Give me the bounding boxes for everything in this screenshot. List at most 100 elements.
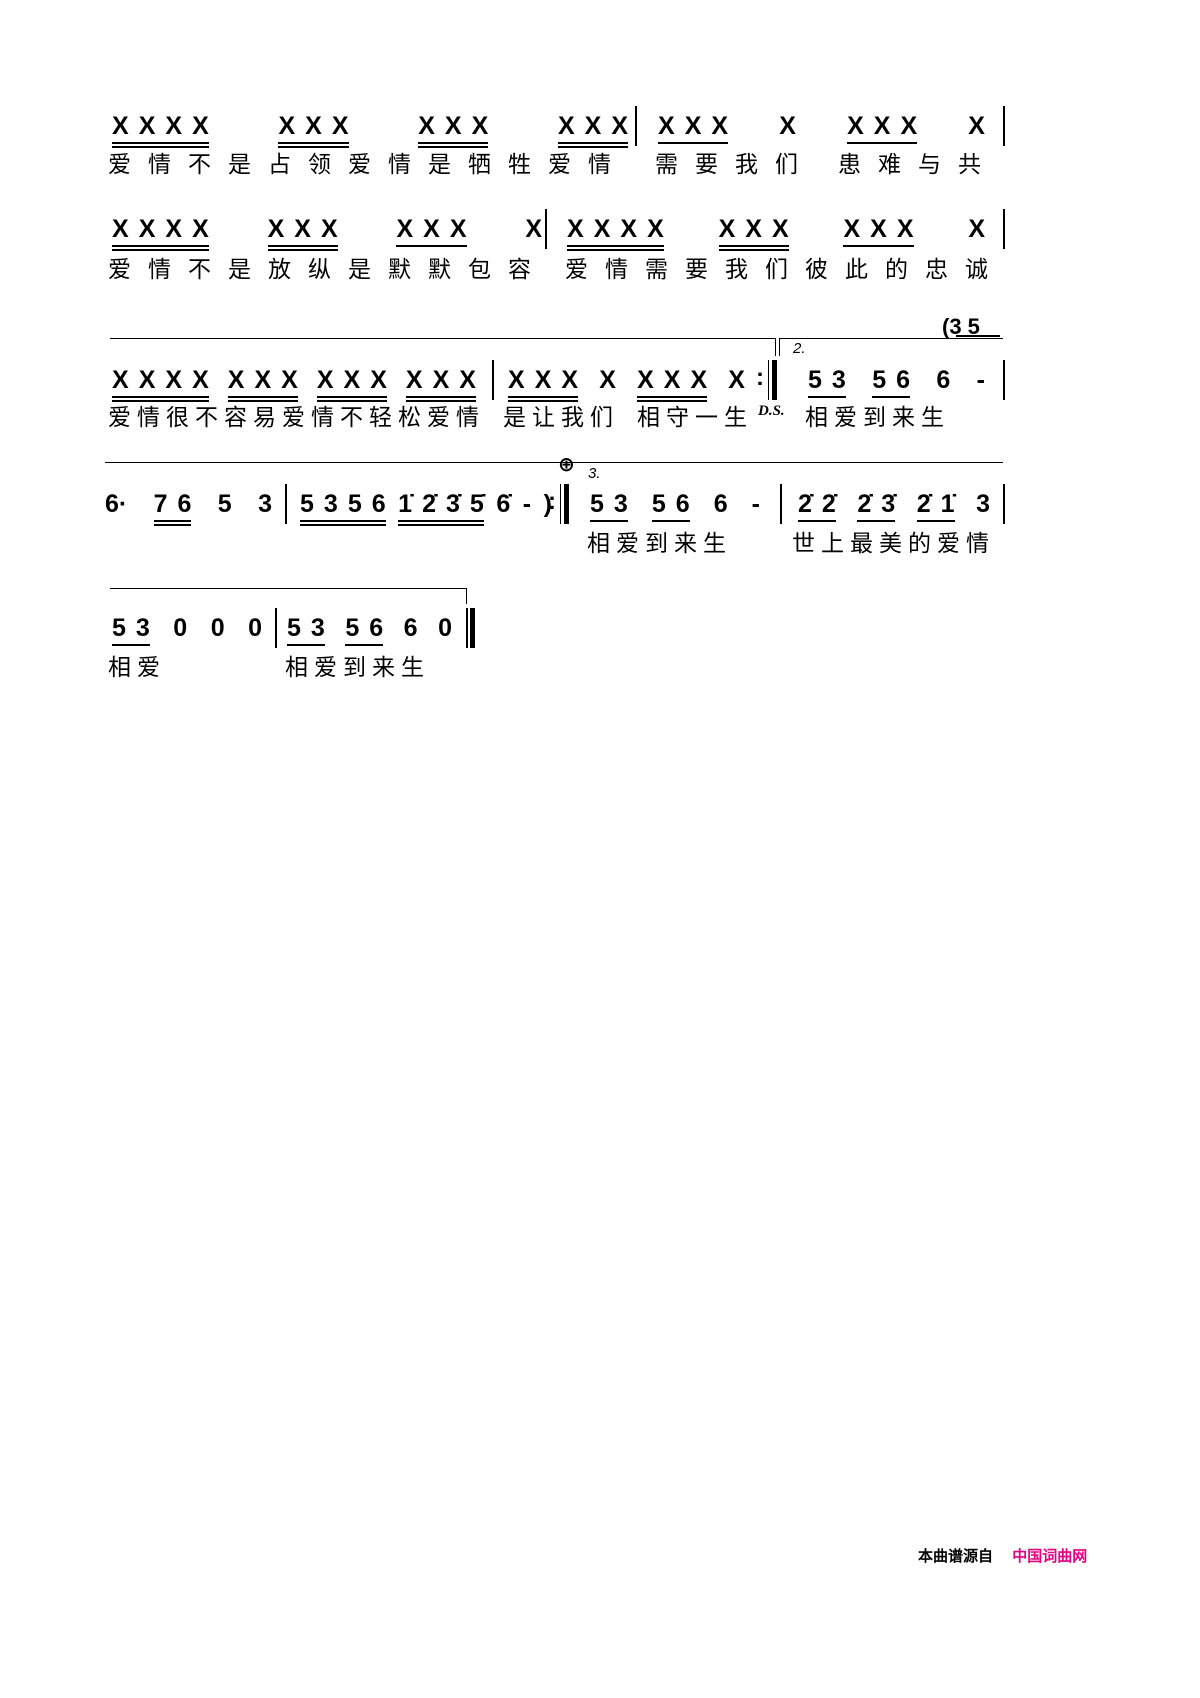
note-group: 3 — [258, 490, 272, 518]
lyric-line: 爱情不是占领爱情是牺牲爱情 — [108, 152, 628, 178]
note: X — [843, 215, 861, 243]
note-group: - — [752, 490, 760, 518]
note: 6· — [105, 490, 128, 518]
note-group: 56 — [872, 366, 910, 398]
beam-line — [418, 142, 489, 144]
beam-line — [267, 245, 338, 247]
note: 2̇ — [798, 490, 812, 518]
beam-line — [398, 524, 484, 526]
note: X — [684, 112, 702, 140]
measure: XXXXXXXXXXX — [567, 215, 985, 251]
lyric-line: 爱情很不容易爱情不轻松爱情 — [108, 405, 485, 431]
note: X — [690, 366, 708, 394]
note: X — [584, 112, 602, 140]
note: X — [112, 112, 129, 140]
note-group: XXXX — [112, 112, 209, 148]
note: X — [599, 366, 616, 394]
note: 6 — [371, 490, 386, 518]
barline — [1003, 106, 1005, 146]
notes: XXXX — [112, 112, 209, 140]
note-group: X — [728, 366, 745, 394]
note-group: X — [779, 112, 796, 140]
note: X — [112, 366, 129, 394]
note: 3 — [258, 490, 272, 518]
barline-thick — [564, 484, 569, 524]
note: X — [370, 366, 387, 394]
note: 2̇ — [422, 490, 436, 518]
score-page: X X X X X X X X X X X X X X X X X X X X X 爱情不是占领爱情是牺牲爱情 需要我们 患难… — [0, 0, 1200, 1698]
notes: - — [523, 490, 531, 518]
volta-line — [105, 462, 1003, 463]
intro-beam — [956, 335, 1000, 337]
note: 3 — [831, 366, 846, 394]
notes: 53 — [808, 366, 846, 394]
measure: XXXXXXXX — [508, 366, 745, 402]
note-group: 53 — [287, 614, 325, 646]
beam-line — [557, 142, 628, 144]
notes: - — [752, 490, 760, 518]
note: 2̇ — [916, 490, 931, 518]
note: X — [331, 112, 349, 140]
beam-line — [345, 644, 384, 646]
measure: 5 3 5 6 1̇ 2̇ 3̇ 5̇ 6̇ -) — [300, 490, 552, 526]
notes: XXX — [847, 112, 917, 140]
note: 5 — [345, 614, 360, 642]
note-group: XXX — [557, 112, 628, 148]
notes: 53 — [590, 490, 628, 518]
note: X — [449, 215, 467, 243]
note: 0 — [210, 614, 225, 642]
site-name[interactable]: 中国词曲网 — [1012, 1547, 1087, 1565]
note: X — [138, 112, 156, 140]
note-group: XXX — [637, 366, 708, 402]
note: X — [663, 366, 681, 394]
beam-line — [847, 142, 918, 144]
measure: 2̇ 2̇ 2̇ 3̇ 2̇ 1̇ 3 — [798, 490, 990, 522]
note-group: 6· — [105, 490, 127, 518]
beam-line — [300, 520, 386, 522]
beam-line — [396, 245, 467, 247]
note: X — [896, 215, 914, 243]
notes: 2̇ 1̇ — [917, 490, 955, 518]
note-group: XXX — [718, 215, 789, 251]
note: 2̇ — [821, 490, 836, 518]
beam-line — [857, 520, 896, 522]
note: - — [522, 490, 532, 518]
note-group: XXX — [843, 215, 914, 247]
notes: XXX — [508, 366, 578, 394]
note-group: 0 — [438, 614, 452, 642]
notes: XXX — [228, 366, 298, 394]
note: X — [508, 366, 525, 394]
note-group: XXX — [847, 112, 918, 144]
note: 1̇ — [940, 490, 955, 518]
note: X — [870, 215, 887, 243]
note: 5 — [651, 490, 666, 518]
note-group: XXX — [396, 215, 467, 247]
note-group: XXXX — [112, 366, 209, 402]
notes: XXXX — [567, 215, 664, 243]
notes: X — [525, 215, 542, 243]
lyric-line: 相爱到来生 — [285, 655, 430, 681]
measure: XXXXXXXXXXXXX — [112, 112, 628, 148]
note: X — [165, 112, 183, 140]
lyric-line: 相守一生 — [637, 405, 753, 431]
note-group: 76 — [153, 490, 192, 526]
note: X — [771, 215, 789, 243]
note: X — [192, 215, 209, 243]
notes: 5356 — [300, 490, 386, 518]
barline-thick — [772, 360, 777, 400]
lyric-line: 是让我们 — [503, 405, 619, 431]
note-group: 6̇ — [496, 490, 510, 518]
note: X — [227, 366, 245, 394]
note: X — [396, 215, 414, 243]
staff-row: XXXXXXXXXXXXXXXXXXXXX:53566- — [0, 360, 1200, 402]
note-group: XXX — [418, 112, 489, 148]
staff-row: 6· 7 6 5 3 5 3 5 6 1̇ 2̇ 3̇ 5̇ 6̇ -):5 3 5 6 6-2̇ 2̇ 2̇ 3̇ 2̇ 1… — [0, 484, 1200, 526]
notes: XXX — [278, 112, 348, 140]
notes: XXX — [658, 112, 728, 140]
notes: 0 — [438, 614, 452, 642]
beam-line — [798, 520, 836, 522]
note: X — [418, 112, 435, 140]
note: X — [192, 366, 209, 394]
lyric-line: 世上最美的爱情 — [792, 531, 995, 557]
beam-line — [590, 520, 628, 522]
